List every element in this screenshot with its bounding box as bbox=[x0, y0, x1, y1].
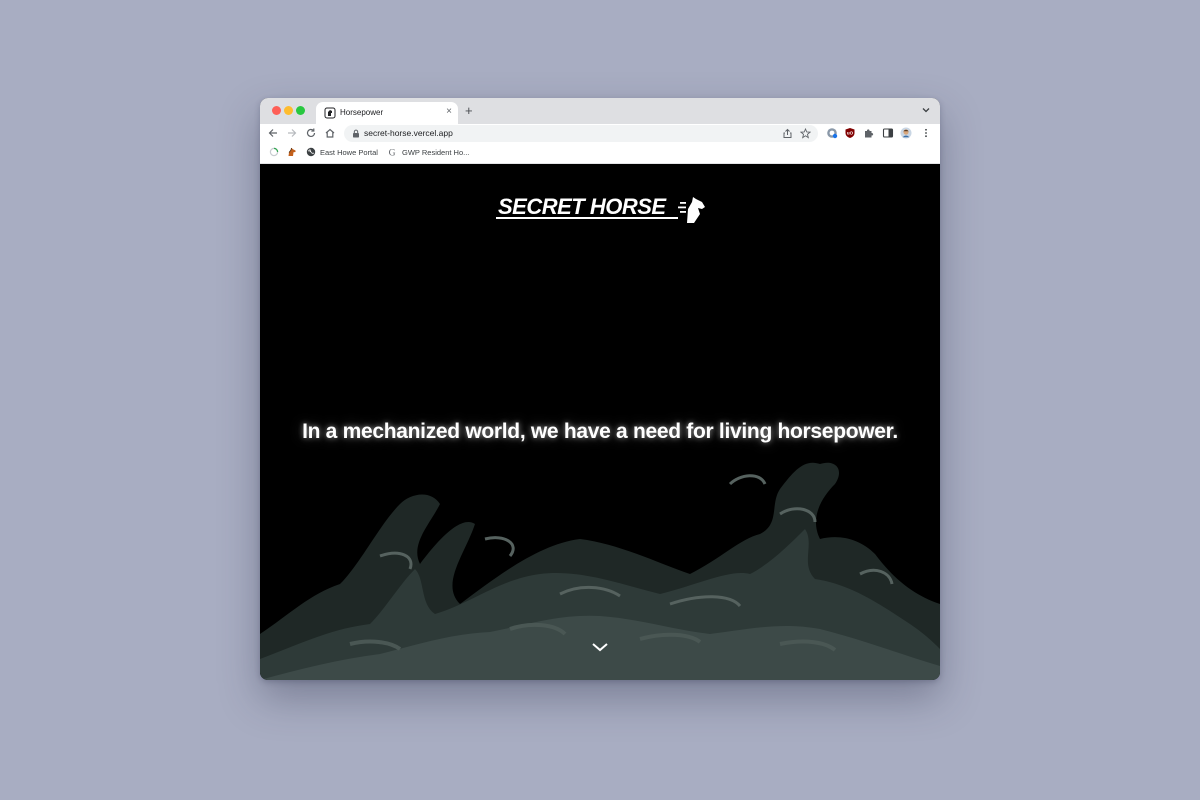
horse-favicon-icon[interactable] bbox=[287, 147, 297, 157]
browser-toolbar: secret-horse.vercel.app uO bbox=[260, 124, 940, 143]
bookmark-label: GWP Resident Ho... bbox=[402, 148, 470, 157]
browser-window: Horsepower × + secret-horse.vercel.app u… bbox=[260, 98, 940, 680]
more-menu-icon[interactable] bbox=[920, 127, 932, 139]
back-arrow-icon[interactable] bbox=[267, 127, 279, 139]
bookmark-star-icon[interactable] bbox=[800, 128, 811, 139]
horse-favicon-icon bbox=[324, 107, 336, 119]
zoom-window-button[interactable] bbox=[296, 106, 305, 115]
close-window-button[interactable] bbox=[272, 106, 281, 115]
globe-icon bbox=[306, 147, 316, 157]
puzzle-extensions-icon[interactable] bbox=[863, 127, 875, 139]
bookmark-label: East Howe Portal bbox=[320, 148, 378, 157]
tab-title: Horsepower bbox=[340, 108, 384, 117]
hero-headline: In a mechanized world, we have a need fo… bbox=[302, 420, 898, 443]
tab-horsepower[interactable]: Horsepower × bbox=[316, 102, 458, 124]
tab-strip: Horsepower × + bbox=[260, 98, 940, 124]
page-content: SECRET HORSE In a mechanized world, we h… bbox=[260, 164, 940, 680]
extension-globe-icon[interactable] bbox=[826, 127, 838, 139]
address-bar[interactable]: secret-horse.vercel.app bbox=[344, 125, 818, 142]
svg-text:uO: uO bbox=[847, 131, 854, 136]
minimize-window-button[interactable] bbox=[284, 106, 293, 115]
google-g-icon: G bbox=[389, 149, 396, 158]
loading-spinner-icon[interactable] bbox=[269, 147, 279, 157]
ublock-shield-icon[interactable]: uO bbox=[844, 127, 856, 139]
new-tab-button[interactable]: + bbox=[465, 104, 473, 117]
svg-text:G: G bbox=[389, 149, 396, 158]
home-icon[interactable] bbox=[324, 127, 336, 139]
tab-search-chevron-icon[interactable] bbox=[921, 105, 931, 115]
url-text: secret-horse.vercel.app bbox=[364, 128, 453, 138]
reload-icon[interactable] bbox=[305, 127, 317, 139]
share-icon[interactable] bbox=[782, 128, 793, 139]
profile-avatar-icon[interactable] bbox=[900, 127, 912, 139]
horse-logo-icon: SECRET HORSE bbox=[496, 194, 705, 223]
close-tab-icon[interactable]: × bbox=[446, 106, 452, 118]
logo-text: SECRET HORSE bbox=[498, 194, 667, 219]
bookmarks-bar: East Howe Portal G GWP Resident Ho... bbox=[260, 143, 940, 164]
lock-icon bbox=[353, 129, 359, 138]
side-panel-icon[interactable] bbox=[882, 127, 894, 139]
forward-arrow-icon[interactable] bbox=[286, 127, 298, 139]
chevron-down-icon[interactable] bbox=[590, 640, 610, 654]
site-logo[interactable]: SECRET HORSE bbox=[496, 194, 708, 226]
